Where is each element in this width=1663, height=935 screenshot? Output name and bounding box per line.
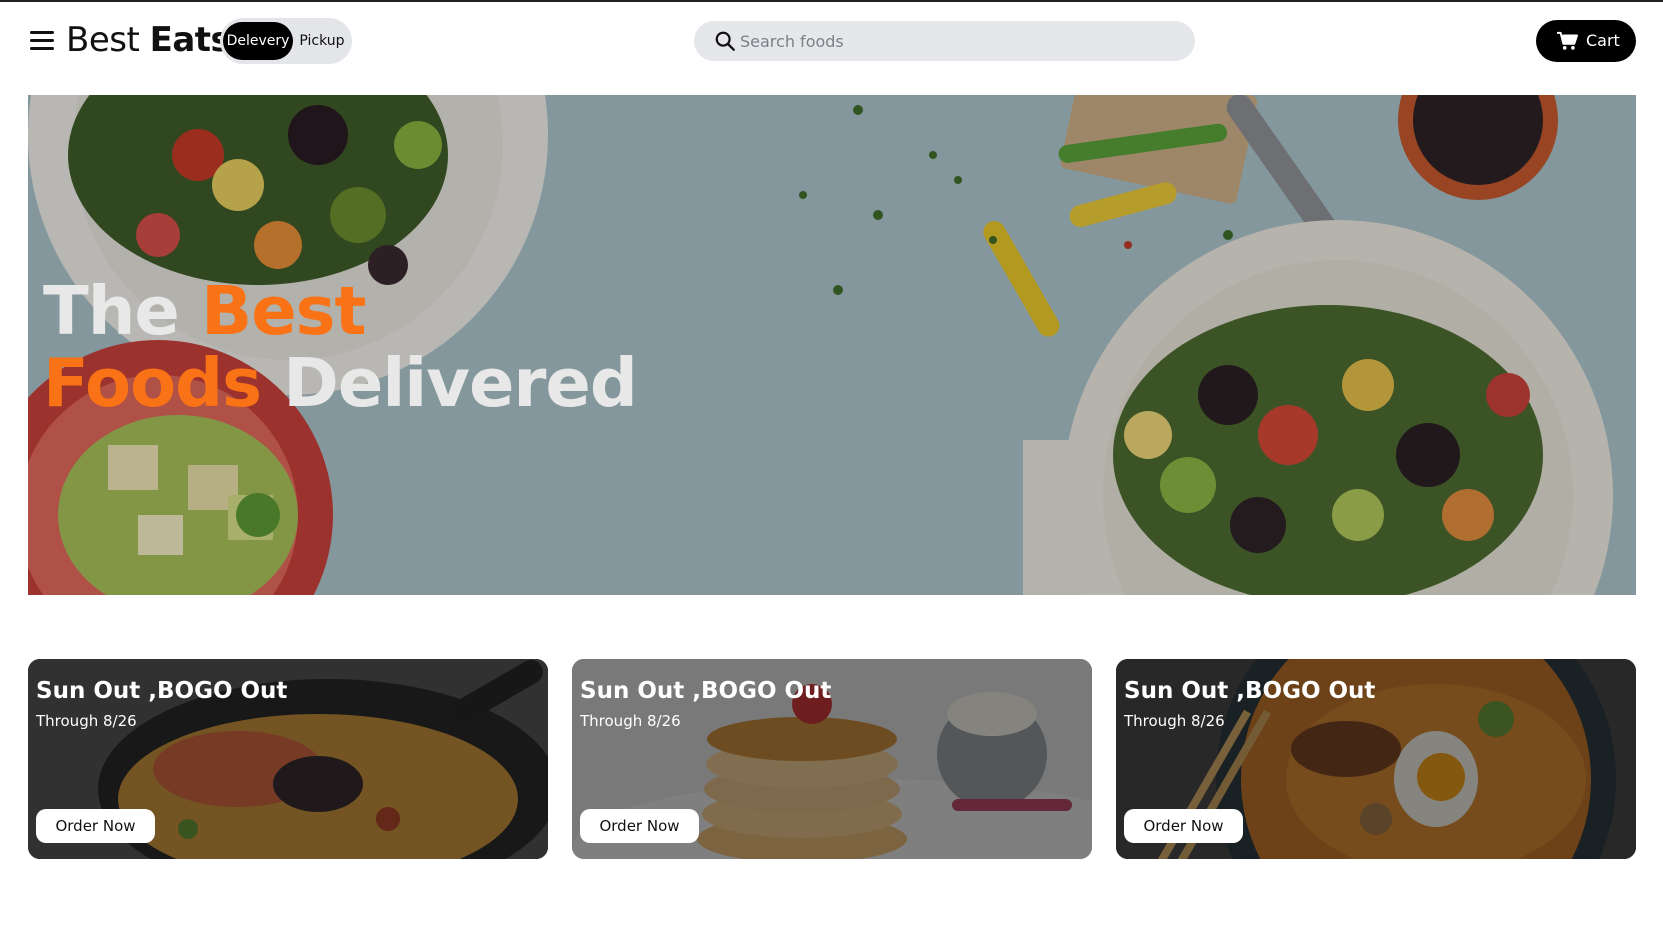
search-bar: [694, 21, 1195, 61]
promo-card: Sun Out ,BOGO Out Through 8/26 Order Now: [28, 659, 548, 859]
cart-icon: [1557, 31, 1578, 50]
promo-subtitle: Through 8/26: [36, 712, 137, 730]
promo-card: Sun Out ,BOGO Out Through 8/26 Order Now: [572, 659, 1092, 859]
search-icon: [715, 31, 735, 51]
logo-text-eats: Eats: [149, 20, 231, 60]
hero-title-accent: Foods: [43, 344, 262, 422]
promo-title: Sun Out ,BOGO Out: [36, 678, 288, 704]
hero-banner: The Best Foods Delivered: [28, 95, 1636, 595]
hero-title-word: Delivered: [283, 344, 638, 422]
navbar: Best Eats Delevery Pickup Cart: [0, 2, 1663, 80]
promo-title: Sun Out ,BOGO Out: [580, 678, 832, 704]
promo-subtitle: Through 8/26: [1124, 712, 1225, 730]
delivery-option[interactable]: Delevery: [223, 22, 293, 60]
cart-label: Cart: [1586, 31, 1620, 50]
hero-title: The Best Foods Delivered: [43, 272, 638, 422]
order-now-button[interactable]: Order Now: [580, 809, 699, 843]
promo-subtitle: Through 8/26: [580, 712, 681, 730]
logo[interactable]: Best Eats: [66, 20, 231, 60]
hero-title-word: The: [43, 272, 180, 350]
menu-icon[interactable]: [30, 28, 54, 52]
promo-title: Sun Out ,BOGO Out: [1124, 678, 1376, 704]
promo-card: Sun Out ,BOGO Out Through 8/26 Order Now: [1116, 659, 1636, 859]
logo-text-best: Best: [66, 20, 140, 60]
order-now-button[interactable]: Order Now: [1124, 809, 1243, 843]
pickup-option[interactable]: Pickup: [294, 22, 350, 60]
search-input[interactable]: [740, 21, 1180, 61]
hero-title-accent: Best: [201, 272, 366, 350]
cart-button[interactable]: Cart: [1536, 20, 1636, 62]
delivery-pickup-toggle: Delevery Pickup: [220, 18, 352, 64]
order-now-button[interactable]: Order Now: [36, 809, 155, 843]
